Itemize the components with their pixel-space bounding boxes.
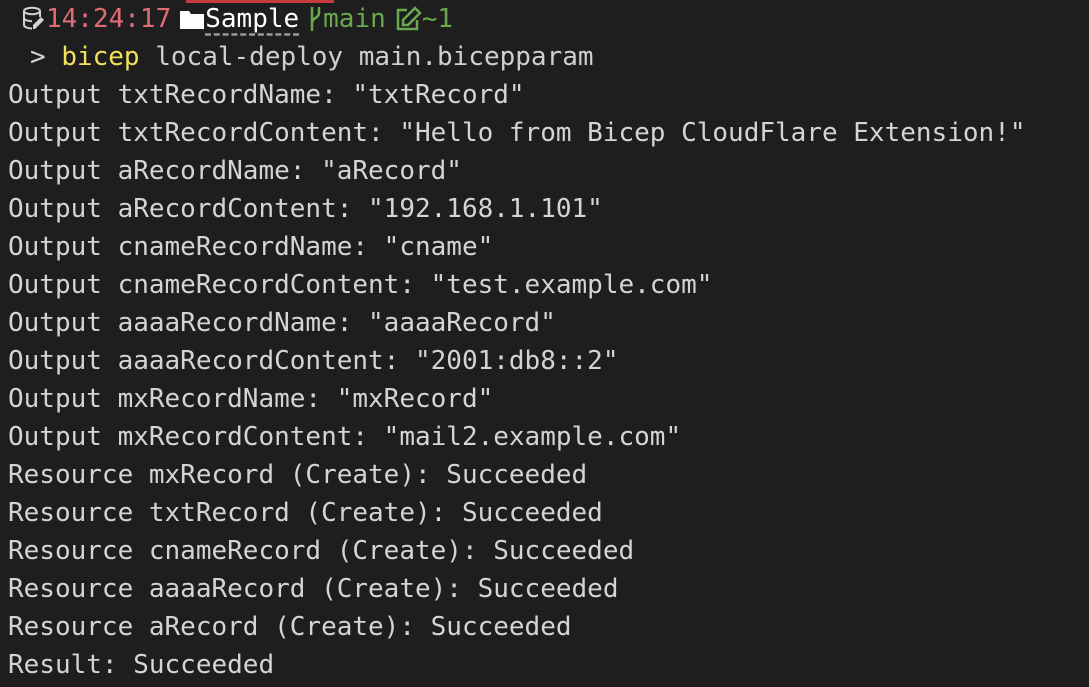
database-icon: [22, 0, 46, 38]
output-line: Output txtRecordContent: "Hello from Bic…: [8, 118, 1026, 148]
output-line: Output mxRecordName: "mxRecord": [8, 384, 494, 414]
output-line: Output mxRecordContent: "mail2.example.c…: [8, 422, 682, 452]
resource-line: Resource cnameRecord (Create): Succeeded: [8, 536, 635, 566]
output-line: Output cnameRecordName: "cname": [8, 232, 494, 262]
git-branch-icon: [307, 0, 323, 38]
tab-accent-bar: [186, 0, 334, 3]
output-line: Output aaaaRecordName: "aaaaRecord": [8, 308, 556, 338]
prompt-time: 14:24:17: [46, 4, 172, 34]
output-line: Output cnameRecordContent: "test.example…: [8, 270, 713, 300]
result-line: Result: Succeeded: [8, 650, 275, 680]
output-line: Output txtRecordName: "txtRecord": [8, 80, 525, 110]
prompt-caret: >: [30, 42, 46, 72]
command-arguments: local-deploy main.bicepparam: [155, 42, 594, 72]
edit-icon: [394, 0, 422, 38]
output-line: Output aRecordName: "aRecord": [8, 156, 462, 186]
command-line[interactable]: > bicep local-deploy main.bicepparam: [8, 38, 1089, 76]
resource-line: Resource aaaaRecord (Create): Succeeded: [8, 574, 619, 604]
git-changes-count: ~1: [421, 4, 454, 34]
output-line: Output aaaaRecordContent: "2001:db8::2": [8, 346, 619, 376]
folder-icon: [179, 0, 205, 38]
prompt-line: 14:24:17 Sample main ~1: [8, 0, 1089, 38]
resource-line: Resource txtRecord (Create): Succeeded: [8, 498, 603, 528]
output-line: Output aRecordContent: "192.168.1.101": [8, 194, 603, 224]
terminal-window[interactable]: 14:24:17 Sample main ~1 > bicep local-de…: [0, 0, 1089, 687]
resource-line: Resource aRecord (Create): Succeeded: [8, 612, 572, 642]
prompt-folder: Sample: [205, 4, 300, 34]
git-branch-name: main: [323, 4, 386, 34]
command-executable: bicep: [61, 42, 140, 72]
resource-line: Resource mxRecord (Create): Succeeded: [8, 460, 588, 490]
